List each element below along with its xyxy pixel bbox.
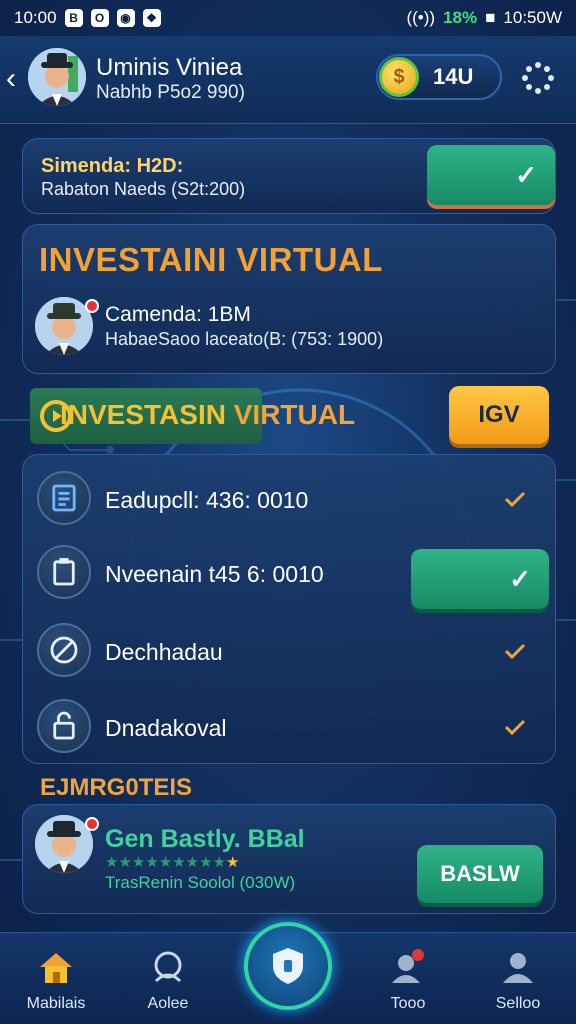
expert-name: Gen Bastly. BBal: [105, 825, 305, 853]
section-action-button[interactable]: IGV: [449, 386, 549, 444]
coin-icon: $: [379, 57, 419, 97]
list-item[interactable]: Dechhadau: [23, 613, 557, 687]
user-subtitle: Nabhb P5o2 990): [96, 82, 245, 103]
check-icon: [504, 491, 526, 508]
shield-icon: [273, 948, 303, 984]
investment-title: INVESTAINI VIRTUAL: [39, 241, 383, 278]
notification-badge: [85, 299, 99, 313]
status-bar: 10:00 B O ◉ ❖ ((•)) 18% ■ 10:50W: [0, 0, 576, 36]
nav-label: Tooo: [390, 995, 426, 1012]
notification-icon: B: [64, 9, 83, 27]
section-title-main: INVESTASIN: [60, 399, 226, 430]
section-title-tail: VIRTUAL: [233, 399, 356, 430]
app-header: ‹ Uminis Viniea Nabhb P5o2 990) $ 14U: [0, 36, 576, 124]
section-title: INVESTASIN VIRTUAL: [60, 399, 355, 431]
check-icon: ✓: [515, 159, 537, 190]
list-item[interactable]: Dnadakoval: [23, 689, 557, 763]
list-item-label: Dechhadau: [105, 639, 223, 665]
status-time-right: 10:50W: [503, 8, 562, 27]
document-icon: [37, 471, 91, 525]
expert-action-button[interactable]: BASLW: [417, 845, 543, 903]
list-item-label: Nveenain t45 6: 0010: [105, 561, 324, 587]
pen-icon: [37, 623, 91, 677]
wifi-icon: ((•)): [406, 8, 436, 27]
app-icon: ❖: [142, 9, 161, 27]
nav-item-group[interactable]: Tooo: [358, 933, 458, 1024]
expert-detail: TrasRenin Soolol (030W): [105, 873, 296, 892]
user-name: Uminis Viniea: [96, 54, 243, 81]
nav-item-chat[interactable]: Aolee: [118, 933, 218, 1024]
lock-icon: [37, 699, 91, 753]
rating-stars: ★★★★★★★★★★: [105, 854, 240, 871]
confirm-button[interactable]: ✓: [411, 549, 549, 609]
avatar[interactable]: [28, 48, 86, 106]
expert-card: Gen Bastly. BBal ★★★★★★★★★★ TrasRenin So…: [22, 804, 556, 914]
settings-dots-icon[interactable]: [520, 60, 556, 96]
check-icon: ✓: [509, 563, 531, 594]
experts-heading: EJMRG0TEIS: [40, 774, 193, 801]
list-item-label: Eadupcll: 436: 0010: [105, 487, 309, 513]
investment-list: Eadupcll: 436: 0010 Nveenain t45 6: 0010…: [22, 454, 556, 764]
location-icon: ◉: [116, 9, 135, 27]
list-item[interactable]: Eadupcll: 436: 0010: [23, 461, 557, 535]
summary-card: Simenda: H2D: Rabaton Naeds (S2t:200) ✓: [22, 138, 556, 214]
nav-item-home[interactable]: Mabilais: [6, 933, 106, 1024]
notification-badge: [85, 817, 99, 831]
nav-label: Selloo: [495, 995, 541, 1012]
list-item-label: Dnadakoval: [105, 715, 227, 741]
summary-title: Simenda: H2D:: [41, 155, 184, 177]
nav-label: Mabilais: [26, 995, 86, 1012]
battery-icon: ■: [485, 8, 496, 27]
clipboard-icon: [37, 545, 91, 599]
status-time: 10:00: [14, 8, 57, 27]
coin-balance[interactable]: $ 14U: [376, 54, 502, 100]
confirm-button[interactable]: ✓: [427, 145, 555, 205]
notification-icon: O: [90, 9, 109, 27]
home-icon: [40, 953, 72, 983]
back-chevron-icon[interactable]: ‹: [6, 62, 28, 96]
summary-subtitle: Rabaton Naeds (S2t:200): [41, 179, 246, 199]
battery-level: 18%: [443, 8, 478, 27]
investment-card: INVESTAINI VIRTUAL Camenda: 1BM HabaeSao…: [22, 224, 556, 374]
nav-label: Aolee: [147, 995, 189, 1012]
user-group-icon: [392, 949, 424, 983]
center-action-button[interactable]: [244, 922, 332, 1010]
investor-detail: HabaeSaoo laceato(B: (753: 1900): [105, 329, 384, 349]
nav-item-profile[interactable]: Selloo: [468, 933, 568, 1024]
list-item[interactable]: Nveenain t45 6: 0010 ✓: [23, 535, 557, 609]
profile-icon: [503, 953, 533, 983]
check-icon: [504, 719, 526, 736]
coin-value: 14U: [433, 64, 474, 89]
check-icon: [504, 643, 526, 660]
investor-name: Camenda: 1BM: [105, 303, 251, 326]
chat-icon: [154, 951, 182, 983]
